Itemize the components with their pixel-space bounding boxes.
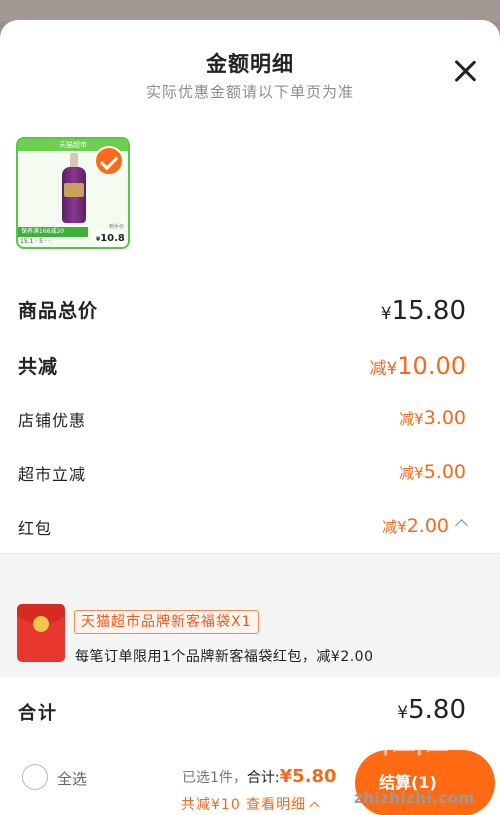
total-price-value: ¥15.80 bbox=[380, 296, 466, 326]
select-all-label[interactable]: 全选 bbox=[57, 768, 87, 789]
red-packet-value: 减¥2.00 bbox=[382, 515, 468, 537]
sheet-title: 金额明细 bbox=[206, 52, 294, 76]
total-discount-label: 共减 bbox=[18, 356, 59, 378]
view-details-link[interactable]: 共减¥10 查看明细 bbox=[181, 794, 320, 814]
red-packet-label: 红包 bbox=[18, 519, 53, 538]
summary-label: 合计 bbox=[18, 703, 58, 724]
watermark-site: zhizhizhi.com bbox=[354, 789, 475, 807]
total-discount-value: 减¥10.00 bbox=[369, 352, 466, 380]
chevron-up-icon[interactable] bbox=[455, 519, 468, 532]
sheet-header: 金额明细 实际优惠金额请以下单页为准 bbox=[0, 20, 500, 110]
market-discount-value: 减¥5.00 bbox=[399, 461, 466, 483]
product-deal-strip: 保养满168减20 bbox=[18, 227, 88, 237]
red-envelope-icon bbox=[17, 604, 65, 662]
checkmark-icon[interactable] bbox=[94, 146, 124, 176]
red-packet-tag: 天猫超市品牌新客福袋X1 bbox=[74, 610, 259, 634]
product-price-box: ¥10.8 bbox=[96, 231, 126, 247]
checkout-total-amount: ¥5.80 bbox=[279, 766, 337, 787]
selected-summary: 已选1件，合计:¥5.80 bbox=[182, 766, 337, 787]
close-icon[interactable] bbox=[452, 58, 478, 84]
summary-value: ¥5.80 bbox=[397, 695, 466, 725]
status-bar bbox=[0, 0, 500, 22]
product-specs: 15.1 · 5 · · bbox=[20, 238, 51, 245]
oil-bottle-image bbox=[62, 153, 86, 223]
select-all-radio[interactable] bbox=[22, 764, 48, 790]
store-discount-label: 店铺优惠 bbox=[18, 411, 87, 430]
store-discount-value: 减¥3.00 bbox=[399, 407, 466, 429]
market-discount-label: 超市立减 bbox=[18, 465, 87, 484]
red-packet-description: 每笔订单限用1个品牌新客福袋红包，减¥2.00 bbox=[75, 649, 374, 665]
amount-detail-sheet: 金额明细 实际优惠金额请以下单页为准 天猫超市 到手价 保养满168减20 15… bbox=[0, 20, 500, 815]
sheet-subtitle: 实际优惠金额请以下单页为准 bbox=[145, 83, 354, 101]
product-price: 10.8 bbox=[100, 233, 125, 244]
total-price-label: 商品总价 bbox=[18, 300, 99, 322]
product-price-caption: 到手价 bbox=[108, 224, 124, 230]
chevron-up-icon bbox=[309, 801, 320, 812]
red-packet-detail: 天猫超市品牌新客福袋X1 每笔订单限用1个品牌新客福袋红包，减¥2.00 bbox=[0, 553, 500, 677]
